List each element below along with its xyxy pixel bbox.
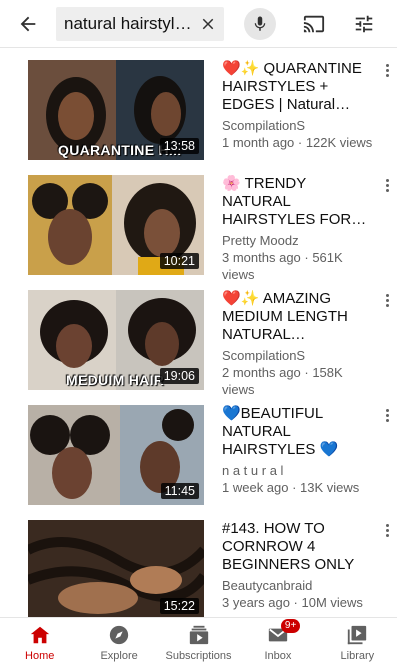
- more-dot: [385, 414, 389, 417]
- more-dot: [385, 534, 389, 537]
- more-dot: [385, 69, 389, 72]
- top-search-bar: natural hairstyle...: [0, 0, 397, 48]
- video-meta: ❤️✨ AMAZING MEDIUM LENGTH NATURAL HAIRST…: [222, 290, 378, 398]
- video-result[interactable]: 11:45 💙BEAUTIFUL NATURAL HAIRSTYLES 💙 n …: [0, 405, 397, 515]
- more-dot: [385, 419, 389, 422]
- more-dot: [385, 64, 389, 67]
- channel-name[interactable]: ScompilationS: [222, 117, 378, 134]
- cast-icon: [303, 15, 325, 32]
- clear-search-button[interactable]: [196, 12, 220, 36]
- subscriptions-icon: [189, 625, 208, 645]
- thumbnail-overlay-text: MEDUIM HAIR: [66, 372, 165, 388]
- search-query-text: natural hairstyle...: [64, 13, 192, 33]
- more-dot: [385, 524, 389, 527]
- more-dot: [385, 74, 389, 77]
- video-duration: 10:21: [159, 253, 199, 269]
- inbox-badge: 9+: [280, 619, 301, 633]
- nav-inbox[interactable]: 9+ Inbox: [238, 618, 317, 665]
- channel-name[interactable]: Pretty Moodz: [222, 232, 378, 249]
- nav-home[interactable]: Home: [0, 618, 79, 665]
- video-title[interactable]: ❤️✨ QUARANTINE HAIRSTYLES + EDGES | Natu…: [222, 60, 378, 114]
- video-thumbnail[interactable]: MEDUIM HAIR 19:06: [28, 290, 204, 390]
- thumbnail-overlay-text: QUARANTINE H...: [58, 142, 182, 158]
- nav-inbox-label: Inbox: [264, 650, 292, 662]
- video-result[interactable]: 15:22 #143. HOW TO CORNROW 4 BEGINNERS O…: [0, 520, 397, 630]
- channel-name[interactable]: ScompilationS: [222, 347, 378, 364]
- more-options-button[interactable]: [382, 522, 392, 542]
- video-meta: 💙BEAUTIFUL NATURAL HAIRSTYLES 💙 n a t u …: [222, 405, 378, 496]
- video-stats: 2 months ago · 158K views: [222, 365, 343, 397]
- more-options-button[interactable]: [382, 62, 392, 82]
- video-result[interactable]: QUARANTINE H... 13:58 ❤️✨ QUARANTINE HAI…: [0, 60, 397, 170]
- video-stats: 1 month ago · 122K views: [222, 135, 373, 150]
- search-filter-button[interactable]: [344, 0, 384, 48]
- nav-subscriptions-label: Subscriptions: [165, 650, 232, 662]
- video-result[interactable]: MEDUIM HAIR 19:06 ❤️✨ AMAZING MEDIUM LEN…: [0, 290, 397, 400]
- microphone-icon: [254, 16, 266, 31]
- more-dot: [385, 299, 389, 302]
- more-dot: [385, 184, 389, 187]
- home-icon: [30, 626, 49, 644]
- video-stats: 3 months ago · 561K views: [222, 250, 343, 282]
- more-options-button[interactable]: [382, 407, 392, 427]
- nav-home-label: Home: [25, 650, 55, 662]
- back-arrow-icon: [20, 16, 36, 31]
- video-thumbnail[interactable]: 15:22: [28, 520, 204, 620]
- nav-explore-label: Explore: [100, 650, 138, 662]
- nav-library-label: Library: [340, 650, 375, 662]
- search-input[interactable]: natural hairstyle...: [56, 6, 224, 41]
- video-title[interactable]: #143. HOW TO CORNROW 4 BEGINNERS ONLY: [222, 520, 378, 574]
- video-thumbnail[interactable]: QUARANTINE H... 13:58: [28, 60, 204, 160]
- video-meta: 🌸 TRENDY NATURAL HAIRSTYLES FOR SCHOOL -…: [222, 175, 378, 283]
- back-button[interactable]: [0, 0, 56, 48]
- video-result[interactable]: 10:21 🌸 TRENDY NATURAL HAIRSTYLES FOR SC…: [0, 175, 397, 285]
- more-dot: [385, 294, 389, 297]
- bottom-navigation: Home Explore Subscriptions 9+ Inbox Libr…: [0, 617, 397, 665]
- video-duration: 13:58: [159, 138, 199, 154]
- close-icon: [202, 18, 214, 29]
- more-options-button[interactable]: [382, 292, 392, 312]
- nav-explore[interactable]: Explore: [79, 618, 158, 665]
- cast-button[interactable]: [294, 0, 334, 48]
- more-dot: [385, 179, 389, 182]
- more-options-button[interactable]: [382, 177, 392, 197]
- video-meta: ❤️✨ QUARANTINE HAIRSTYLES + EDGES | Natu…: [222, 60, 378, 151]
- nav-subscriptions[interactable]: Subscriptions: [159, 618, 238, 665]
- more-dot: [385, 529, 389, 532]
- video-title[interactable]: 💙BEAUTIFUL NATURAL HAIRSTYLES 💙: [222, 405, 378, 459]
- video-stats: 1 week ago · 13K views: [222, 480, 360, 495]
- filter-sliders-icon: [355, 15, 373, 32]
- video-title[interactable]: 🌸 TRENDY NATURAL HAIRSTYLES FOR SCHOOL -…: [222, 175, 378, 229]
- more-dot: [385, 189, 389, 192]
- video-duration: 11:45: [160, 483, 199, 499]
- compass-icon: [109, 625, 129, 645]
- video-duration: 15:22: [159, 598, 199, 614]
- video-thumbnail[interactable]: 11:45: [28, 405, 204, 505]
- channel-name[interactable]: Beautycanbraid: [222, 577, 378, 594]
- video-meta: #143. HOW TO CORNROW 4 BEGINNERS ONLY Be…: [222, 520, 378, 611]
- nav-library[interactable]: Library: [318, 618, 397, 665]
- video-title[interactable]: ❤️✨ AMAZING MEDIUM LENGTH NATURAL HAIRST…: [222, 290, 378, 344]
- video-thumbnail[interactable]: 10:21: [28, 175, 204, 275]
- channel-name[interactable]: n a t u r a l: [222, 462, 378, 479]
- video-stats: 3 years ago · 10M views: [222, 595, 363, 610]
- more-dot: [385, 409, 389, 412]
- more-dot: [385, 304, 389, 307]
- library-icon: [348, 625, 367, 645]
- voice-search-button[interactable]: [244, 7, 276, 40]
- video-duration: 19:06: [159, 368, 199, 384]
